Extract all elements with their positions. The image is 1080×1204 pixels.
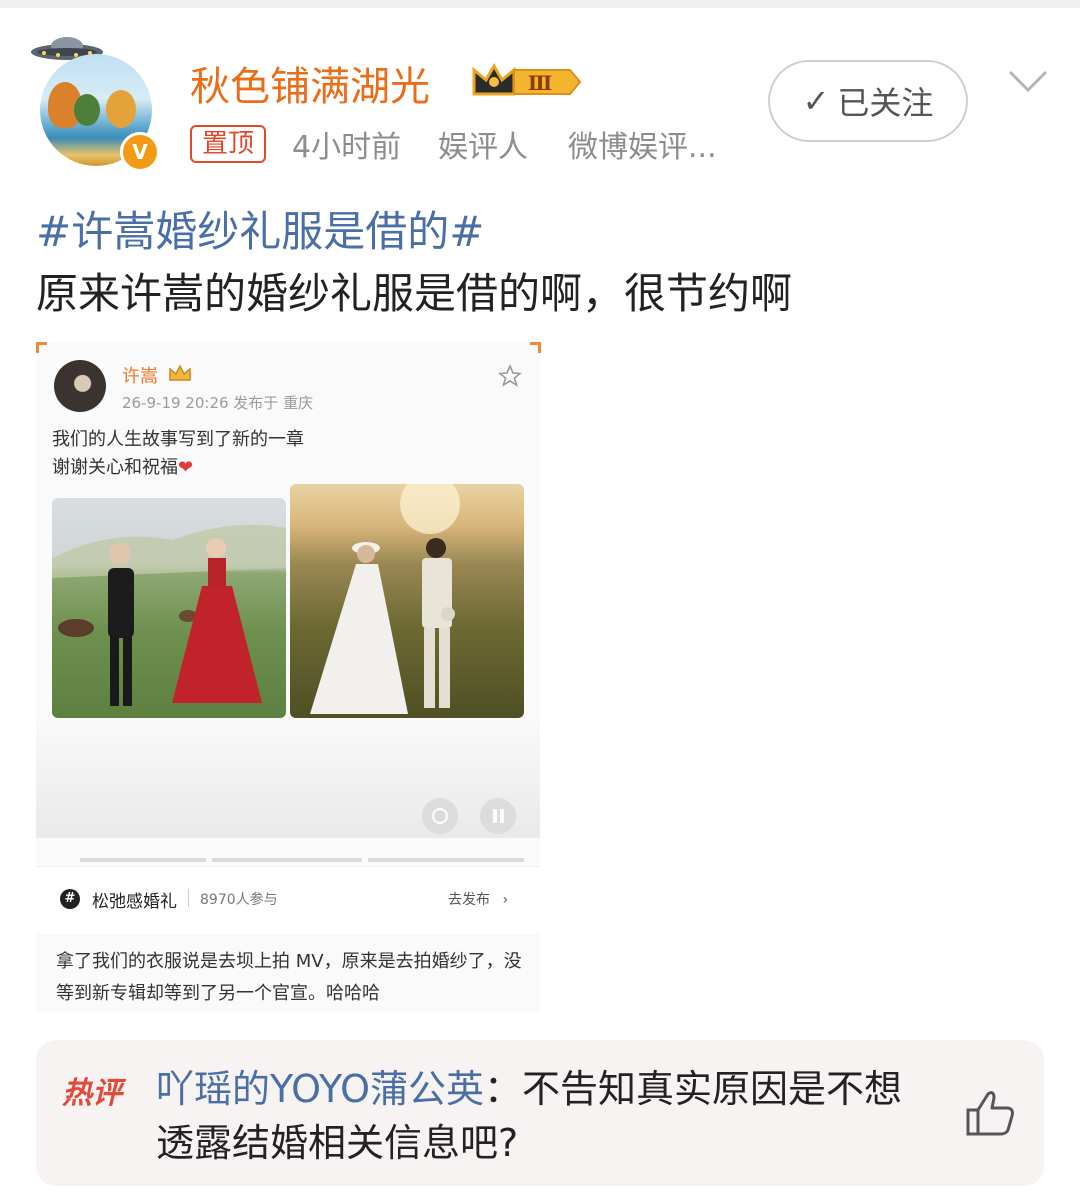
heart-icon: ❤ [178, 457, 194, 478]
pinned-badge: 置顶 [190, 125, 267, 163]
check-icon: ✓ [802, 82, 830, 120]
embedded-topic-bar[interactable]: # 松弛感婚礼 8970人参与 去发布 › [36, 866, 540, 933]
verified-badge: V [120, 132, 160, 172]
wedding-photo-red-dress [52, 498, 286, 718]
embedded-line1: 我们的人生故事写到了新的一章 [52, 429, 304, 450]
post-text: 原来许嵩的婚纱礼服是借的啊，很节约啊 [36, 269, 793, 318]
thumbs-up-icon[interactable] [964, 1088, 1016, 1138]
embedded-avatar [54, 360, 106, 412]
image-corner-left [36, 342, 47, 353]
pause-icon[interactable] [480, 798, 516, 834]
topic-link[interactable]: #许嵩婚纱礼服是借的# [36, 198, 484, 259]
post-source[interactable]: 微博娱评... [568, 122, 717, 166]
progress-segment-3 [368, 858, 524, 862]
star-icon [498, 364, 522, 387]
camera-icon[interactable] [422, 798, 458, 834]
chevron-down-icon[interactable] [1006, 68, 1050, 94]
image-corner-right [530, 342, 541, 353]
hash-icon: # [60, 889, 80, 909]
go-post-link[interactable]: 去发布 › [448, 889, 508, 909]
embedded-topic-name: 松弛感婚礼 [92, 892, 177, 912]
hot-comment-text: 吖瑶的YOYO蒲公英：不告知真实原因是不想透露结婚相关信息吧? [156, 1062, 926, 1170]
embedded-line2: 谢谢关心和祝福 [52, 457, 178, 478]
chevron-right-icon: › [502, 892, 509, 908]
divider [188, 889, 189, 907]
follow-button[interactable]: ✓ 已关注 [768, 60, 968, 142]
progress-segment-2 [212, 858, 362, 862]
post-time: 4小时前 [292, 130, 402, 165]
hot-comment[interactable]: 热评 吖瑶的YOYO蒲公英：不告知真实原因是不想透露结婚相关信息吧? [36, 1040, 1044, 1186]
avatar[interactable]: V [28, 34, 168, 174]
go-post-label: 去发布 [448, 892, 490, 908]
embedded-date: 26-9-19 20:26 发布于 重庆 [122, 394, 314, 412]
embedded-comment-text: 拿了我们的衣服说是去坝上拍 MV，原来是去拍婚纱了，没等到新专辑却等到了另一个官… [56, 951, 522, 1004]
progress-segment-1 [80, 858, 206, 862]
video-fade [36, 718, 540, 838]
top-divider [0, 0, 1080, 8]
hot-comment-separator: ： [484, 1067, 523, 1111]
embedded-participants: 8970人参与 [200, 892, 278, 908]
post-image[interactable]: 许嵩 26-9-19 20:26 发布于 重庆 我们的人生故事写到了新的一章 谢… [36, 342, 540, 1012]
username[interactable]: 秋色铺满湖光 [190, 54, 430, 112]
svg-text:Ⅲ: Ⅲ [528, 71, 552, 95]
hot-comment-badge: 热评 [62, 1076, 122, 1111]
crown-level-icon[interactable]: Ⅲ [470, 60, 582, 102]
follow-label: 已关注 [837, 84, 934, 122]
wedding-photo-white-dress [290, 484, 524, 718]
user-role: 娱评人 [438, 130, 528, 165]
hot-comment-user[interactable]: 吖瑶的YOYO蒲公英 [156, 1067, 484, 1111]
embedded-text: 我们的人生故事写到了新的一章 谢谢关心和祝福❤ [52, 426, 304, 482]
embedded-author: 许嵩 [122, 366, 158, 387]
embedded-crown-icon [169, 364, 191, 381]
